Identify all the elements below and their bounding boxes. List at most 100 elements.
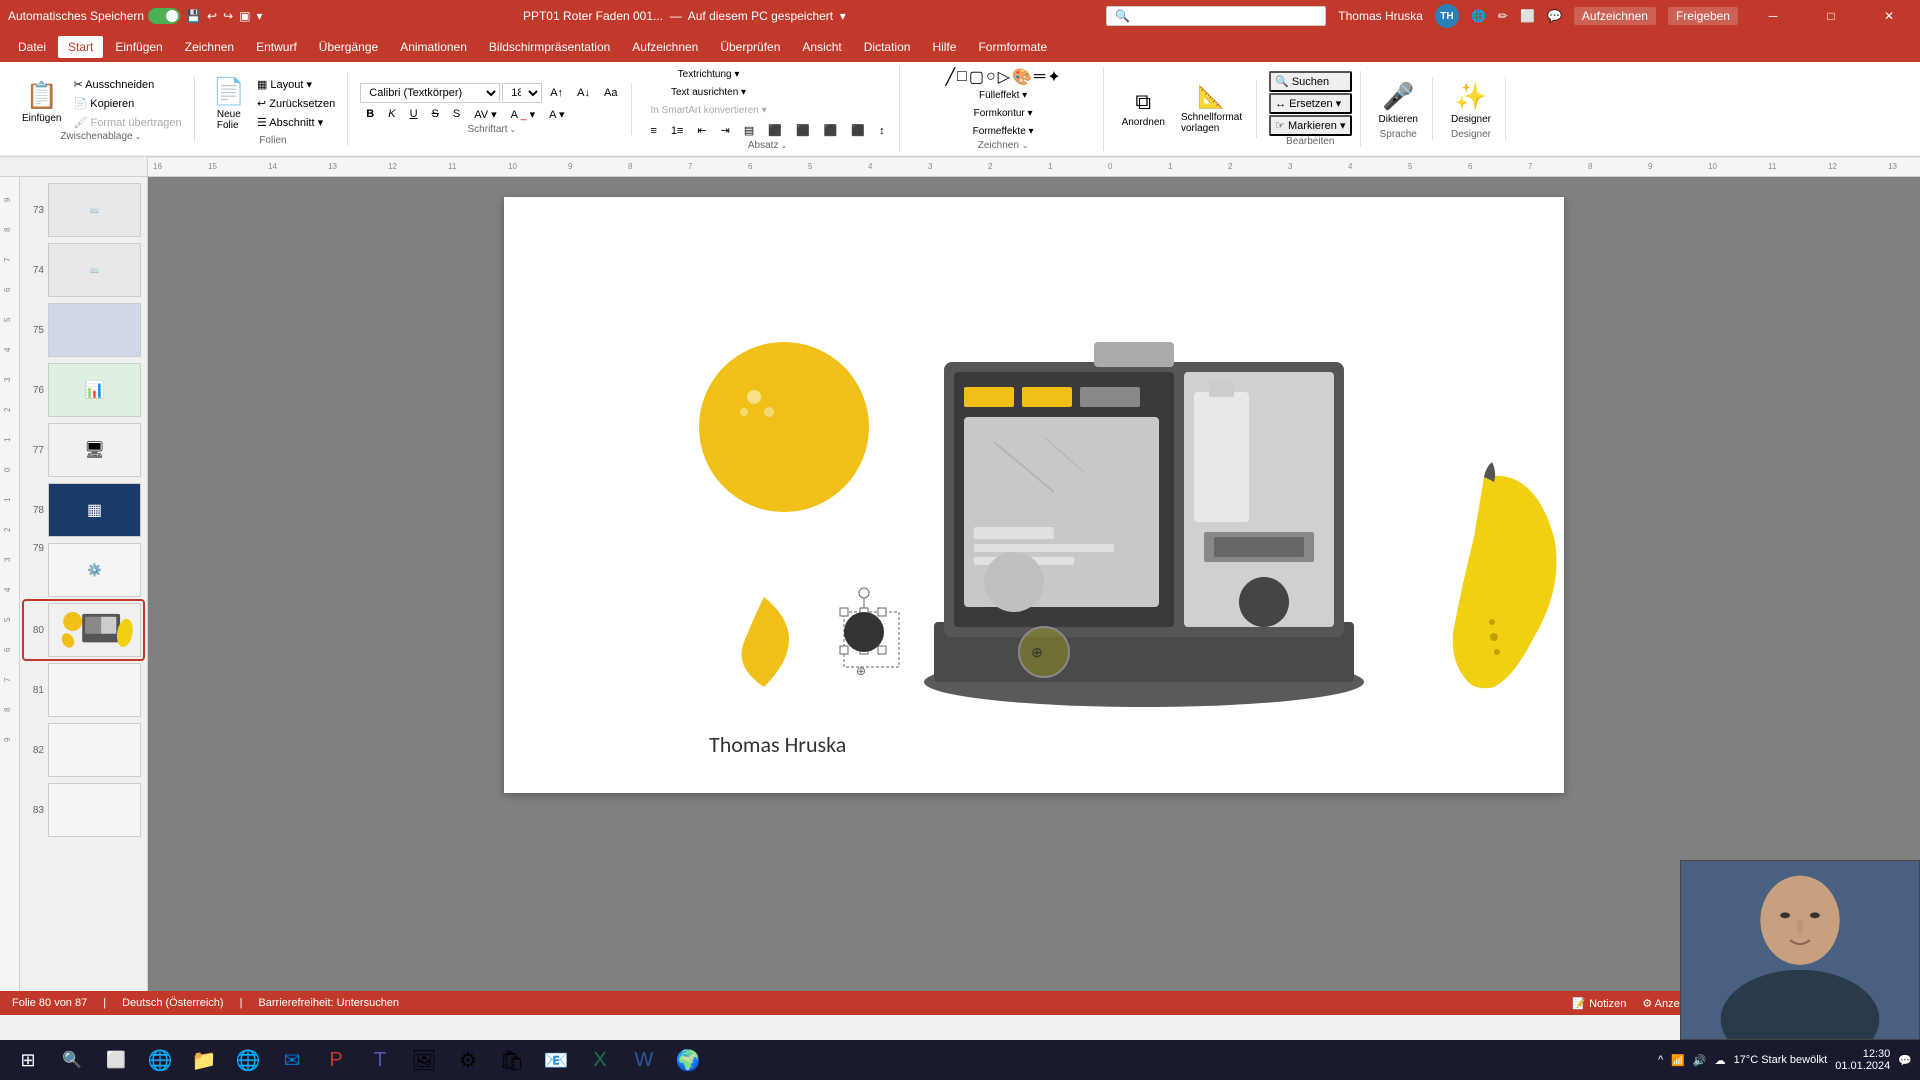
redo-icon[interactable]: ↪ xyxy=(223,9,233,23)
numbering-btn[interactable]: 1≡ xyxy=(665,122,690,140)
taskbar-edge[interactable]: 🌐 xyxy=(140,1040,180,1080)
formkontur-btn[interactable]: Formkontur ▾ xyxy=(912,105,1095,122)
formeffekte-btn[interactable]: Formeffekte ▾ xyxy=(912,123,1095,140)
menu-uebergaenge[interactable]: Übergänge xyxy=(309,36,388,58)
char-spacing-btn[interactable]: AV ▾ xyxy=(468,105,502,124)
shape-linecolor[interactable]: ═ xyxy=(1034,68,1045,86)
shape-fillcolor[interactable]: 🎨 xyxy=(1012,67,1032,87)
autosave-switch[interactable] xyxy=(148,8,180,24)
taskbar-outlook[interactable]: ✉ xyxy=(272,1040,312,1080)
ersetzen-btn[interactable]: ↔ Ersetzen ▾ xyxy=(1269,93,1351,114)
strikethrough-btn[interactable]: S xyxy=(426,105,445,123)
justify-btn[interactable]: ⬛ xyxy=(845,121,871,140)
highlight-btn[interactable]: A ▾ xyxy=(543,105,570,124)
taskbar-powerpoint[interactable]: P xyxy=(316,1040,356,1080)
shape-effects[interactable]: ✦ xyxy=(1047,67,1060,87)
format-copy-button[interactable]: 🖌 Format übertragen xyxy=(69,114,185,131)
cut-button[interactable]: ✂ Ausschneiden xyxy=(69,76,185,93)
taskbar-excel[interactable]: X xyxy=(580,1040,620,1080)
diktieren-btn[interactable]: 🎤 Diktieren xyxy=(1373,77,1424,129)
textrichtung-btn[interactable]: Textrichtung ▾ xyxy=(644,66,772,83)
bullets-btn[interactable]: ≡ xyxy=(644,122,662,140)
maximize-button[interactable]: □ xyxy=(1808,0,1854,32)
menu-entwurf[interactable]: Entwurf xyxy=(246,36,307,58)
taskbar-store[interactable]: 🛍 xyxy=(492,1040,532,1080)
aufzeichnen-btn[interactable]: Aufzeichnen xyxy=(1574,7,1656,25)
notes-btn[interactable]: 📝 Notizen xyxy=(1572,997,1626,1010)
anordnen-btn[interactable]: ⧉ Anordnen xyxy=(1116,85,1171,132)
bold-btn[interactable]: B xyxy=(360,105,380,123)
indent-inc-btn[interactable]: ⇥ xyxy=(715,121,736,140)
search-box[interactable]: 🔍 Suchen xyxy=(1106,6,1326,26)
markieren-btn[interactable]: ☞ Markieren ▾ xyxy=(1269,115,1351,136)
smartart-btn[interactable]: In SmartArt konvertieren ▾ xyxy=(644,102,772,119)
italic-btn[interactable]: K xyxy=(382,105,401,123)
menu-aufzeichnen[interactable]: Aufzeichnen xyxy=(622,36,708,58)
font-selector[interactable]: Calibri (Textkörper) xyxy=(360,83,500,103)
slide-thumb-81[interactable]: 81 xyxy=(24,661,143,719)
indent-dec-btn[interactable]: ⇤ xyxy=(691,121,712,140)
menu-animationen[interactable]: Animationen xyxy=(390,36,477,58)
slide-thumb-79[interactable]: 79 ⚙️ xyxy=(24,541,143,599)
section-button[interactable]: ☰ Abschnitt ▾ xyxy=(253,114,339,131)
canvas-area[interactable]: ⊕ ⊕ xyxy=(148,177,1920,991)
shape-rounded[interactable]: ▢ xyxy=(969,67,984,87)
font-color-btn[interactable]: A _ ▾ xyxy=(505,105,542,124)
taskbar-browser2[interactable]: 🌍 xyxy=(668,1040,708,1080)
slide-thumb-76[interactable]: 76 📊 xyxy=(24,361,143,419)
shape-line[interactable]: ╱ xyxy=(946,67,956,87)
taskview-btn[interactable]: ⬜ xyxy=(96,1040,136,1080)
schnellformat-btn[interactable]: 📐 Schnellformatvorlagen xyxy=(1175,80,1248,138)
minimize-button[interactable]: ─ xyxy=(1750,0,1796,32)
search-taskbar[interactable]: 🔍 xyxy=(52,1040,92,1080)
align-center-btn[interactable]: ⬛ xyxy=(790,121,816,140)
menu-ansicht[interactable]: Ansicht xyxy=(792,36,851,58)
copy-button[interactable]: 📄 Kopieren xyxy=(69,95,185,112)
taskbar-word[interactable]: W xyxy=(624,1040,664,1080)
menu-zeichnen[interactable]: Zeichnen xyxy=(175,36,244,58)
taskbar-hidden-icons[interactable]: ^ xyxy=(1658,1054,1663,1066)
font-decrease-btn[interactable]: A↓ xyxy=(571,84,596,102)
menu-datei[interactable]: Datei xyxy=(8,36,56,58)
start-button[interactable]: ⊞ xyxy=(8,1040,48,1080)
menu-ueberpruefen[interactable]: Überprüfen xyxy=(710,36,790,58)
paste-button[interactable]: 📋 Einfügen xyxy=(16,76,67,128)
clear-format-btn[interactable]: Aa xyxy=(598,84,623,102)
font-increase-btn[interactable]: A↑ xyxy=(544,84,569,102)
shape-circle[interactable]: ○ xyxy=(986,68,996,86)
new-slide-button[interactable]: 📄 NeueFolie xyxy=(207,72,251,135)
slide-thumb-78[interactable]: 78 ▦ xyxy=(24,481,143,539)
layout-button[interactable]: ▦ Layout ▾ xyxy=(253,76,339,93)
undo-icon[interactable]: ↩ xyxy=(207,9,217,23)
save-icon[interactable]: 💾 xyxy=(186,9,201,23)
slide-thumb-83[interactable]: 83 xyxy=(24,781,143,839)
customize-icon[interactable]: ▾ xyxy=(257,9,263,23)
slide-thumb-80[interactable]: 80 xyxy=(24,601,143,659)
taskbar-clock[interactable]: 12:30 01.01.2024 xyxy=(1835,1048,1890,1072)
font-size-selector[interactable]: 18 xyxy=(502,83,542,103)
taskbar-network[interactable]: 📶 xyxy=(1671,1054,1685,1067)
align-right-btn[interactable]: ⬛ xyxy=(818,121,844,140)
menu-formformate[interactable]: Formformate xyxy=(968,36,1057,58)
fuelleffekt-btn[interactable]: Fülleffekt ▾ xyxy=(912,87,1095,104)
slide-thumb-73[interactable]: 73 ⌨️ xyxy=(24,181,143,239)
taskbar-volume[interactable]: 🔊 xyxy=(1693,1054,1707,1067)
menu-dictation[interactable]: Dictation xyxy=(854,36,921,58)
designer-btn[interactable]: ✨ Designer xyxy=(1445,77,1497,129)
menu-einfuegen[interactable]: Einfügen xyxy=(105,36,172,58)
col-btn[interactable]: ▤ xyxy=(738,121,760,140)
taskbar-photos[interactable]: 🖼 xyxy=(404,1040,444,1080)
taskbar-files[interactable]: 📁 xyxy=(184,1040,224,1080)
taskbar-notification[interactable]: 💬 xyxy=(1898,1054,1912,1067)
autosave-toggle[interactable]: Automatisches Speichern xyxy=(8,8,180,24)
reset-button[interactable]: ↩ Zurücksetzen xyxy=(253,95,339,112)
menu-bildschirm[interactable]: Bildschirmpräsentation xyxy=(479,36,620,58)
taskbar-chrome[interactable]: 🌐 xyxy=(228,1040,268,1080)
slide-thumb-77[interactable]: 77 🖥 xyxy=(24,421,143,479)
freigeben-btn[interactable]: Freigeben xyxy=(1668,7,1738,25)
taskbar-settings[interactable]: ⚙ xyxy=(448,1040,488,1080)
taskbar-mail[interactable]: 📧 xyxy=(536,1040,576,1080)
linespacing-btn[interactable]: ↕ xyxy=(873,122,891,140)
menu-start[interactable]: Start xyxy=(58,36,103,58)
shape-rect[interactable]: □ xyxy=(957,68,967,86)
